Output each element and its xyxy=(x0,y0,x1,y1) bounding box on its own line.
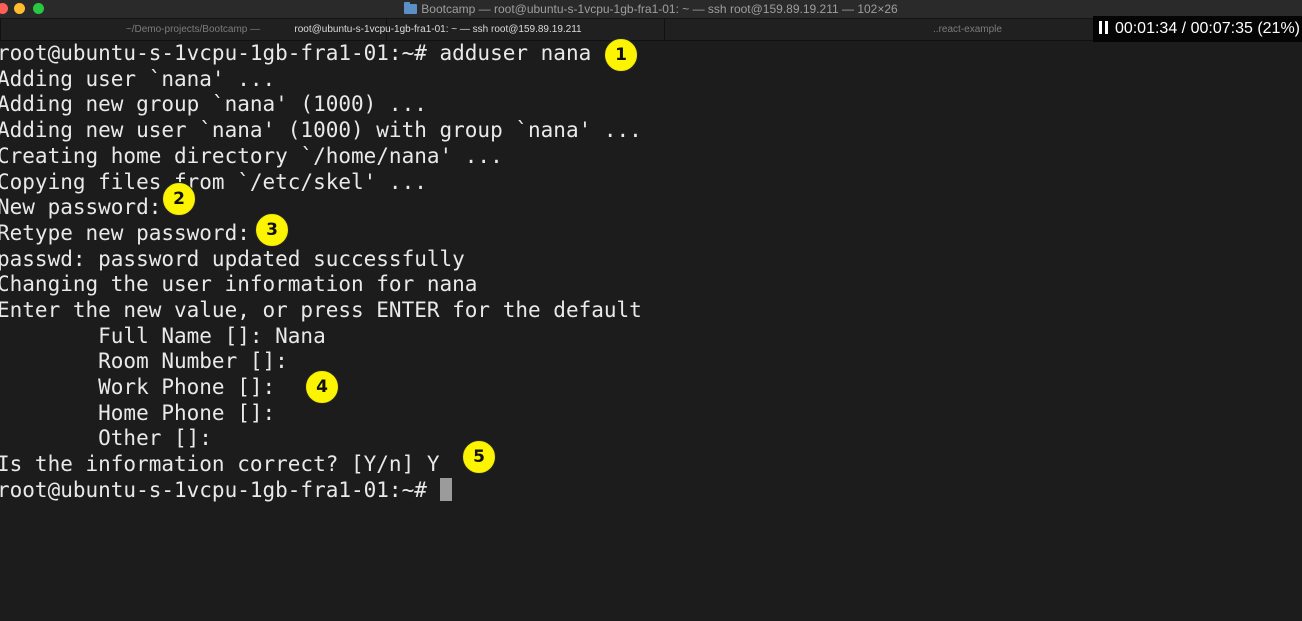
terminal-line: New password: xyxy=(0,195,162,219)
annotation-marker-1: 1 xyxy=(604,38,638,72)
terminal-line: Retype new password: xyxy=(0,221,250,245)
terminal-line: Room Number []: xyxy=(0,349,288,373)
window-title-text: Bootcamp — root@ubuntu-s-1vcpu-1gb-fra1-… xyxy=(421,2,898,16)
annotation-marker-3: 3 xyxy=(255,213,289,247)
annotation-marker-5: 5 xyxy=(462,440,496,474)
terminal-line: Changing the user information for nana xyxy=(0,272,478,296)
terminal-line: Copying files from `/etc/skel' ... xyxy=(0,170,427,194)
folder-icon xyxy=(404,2,418,14)
terminal-line: Adding new user `nana' (1000) with group… xyxy=(0,118,642,142)
progress-percent: (21%) xyxy=(1257,20,1300,37)
pause-icon[interactable] xyxy=(1098,21,1108,34)
terminal-line: root@ubuntu-s-1vcpu-1gb-fra1-01:~# addus… xyxy=(0,41,592,65)
tab-label: root@ubuntu-s-1vcpu-1gb-fra1-01: ~ — ssh… xyxy=(294,24,582,35)
tab-ssh-session[interactable]: root@ubuntu-s-1vcpu-1gb-fra1-01: ~ — ssh… xyxy=(212,19,665,40)
time-separator: / xyxy=(1181,20,1187,37)
tab-hidden xyxy=(0,19,1,40)
tab-label: ..react-example xyxy=(933,24,1002,35)
terminal-line: Adding new group `nana' (1000) ... xyxy=(0,92,427,116)
terminal-prompt: root@ubuntu-s-1vcpu-1gb-fra1-01:~# xyxy=(0,478,440,502)
terminal-line: Work Phone []: xyxy=(0,375,276,399)
terminal-output[interactable]: root@ubuntu-s-1vcpu-1gb-fra1-01:~# addus… xyxy=(0,40,1302,621)
terminal-line: Enter the new value, or press ENTER for … xyxy=(0,298,642,322)
terminal-cursor xyxy=(439,478,452,501)
elapsed-time: 00:01:34 xyxy=(1114,20,1178,37)
terminal-line: Is the information correct? [Y/n] Y xyxy=(0,452,440,476)
terminal-prompt-line[interactable]: root@ubuntu-s-1vcpu-1gb-fra1-01:~# xyxy=(0,478,452,503)
video-player-timer: 00:01:34 / 00:07:35 (21%) xyxy=(1092,16,1302,42)
annotation-marker-4: 4 xyxy=(305,370,339,404)
screen: Bootcamp — root@ubuntu-s-1vcpu-1gb-fra1-… xyxy=(0,0,1302,621)
total-time: 00:07:35 xyxy=(1190,20,1253,37)
terminal-line: Adding user `nana' ... xyxy=(0,67,276,91)
terminal-line: Creating home directory `/home/nana' ... xyxy=(0,144,503,168)
terminal-line: Home Phone []: xyxy=(0,401,276,425)
terminal-line: Other []: xyxy=(0,426,212,450)
terminal-line: passwd: password updated successfully xyxy=(0,247,465,271)
annotation-marker-2: 2 xyxy=(162,182,196,216)
terminal-line: Full Name []: Nana xyxy=(0,324,326,348)
